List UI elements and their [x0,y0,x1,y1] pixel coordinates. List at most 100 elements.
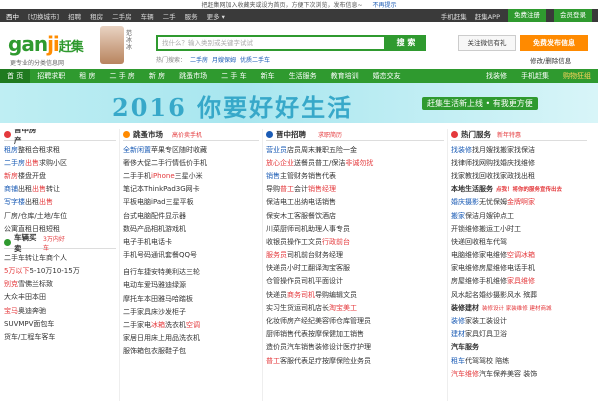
category-link[interactable]: 爱玛 [144,280,158,290]
topbar-link[interactable]: 租房 [90,11,103,21]
category-link[interactable]: 10-15万 [52,266,79,276]
topbar-right-link[interactable]: 手机赶集 [441,11,467,21]
category-link[interactable]: 开锁 [451,224,465,234]
category-link[interactable]: 电脑维修 [451,250,479,260]
category-link[interactable]: 房屋维修 [479,263,507,273]
category-link[interactable]: 雪佛兰 [18,279,39,289]
category-link[interactable]: 家电维修 [479,250,507,260]
category-link[interactable]: 5万以下 [4,266,29,276]
category-link[interactable]: 电话销售 [308,197,336,207]
banner[interactable]: 2016 你要好好生活 赶集生活新上线 • 有我更方便 [0,83,598,123]
category-link[interactable]: 家具维修 [507,276,535,286]
category-link[interactable]: 租房 [4,145,18,155]
nav-item[interactable]: 二 手 房 [102,71,141,81]
category-link[interactable]: 美利达 [165,267,186,277]
topbar-link[interactable]: 二手房 [112,11,132,21]
category-link[interactable]: 实习生 [266,303,287,313]
topbar-link[interactable]: [切换城市] [28,11,59,21]
category-link[interactable]: 床 [151,307,158,317]
category-link[interactable]: 家装 [465,316,479,326]
category-link[interactable]: 营业员 [266,145,287,155]
nav-item[interactable]: 婚恋交友 [366,71,408,81]
category-link[interactable]: 客服代表 [280,356,308,366]
nav-item[interactable]: 跳蚤市场 [172,71,214,81]
category-link[interactable]: 月嫂 [479,211,493,221]
category-link[interactable]: 游戏机 [165,224,186,234]
category-link[interactable]: 无忧保姆 [479,197,507,207]
category-link[interactable]: 新房 [4,171,18,181]
category-link[interactable]: 汽车销售 [287,342,315,352]
category-link[interactable]: 小区 [53,158,67,168]
nav-item[interactable]: 首 页 [0,69,31,83]
category-link[interactable]: 行政前台 [322,237,350,247]
category-link[interactable]: 出售 [32,184,46,194]
notice-close-link[interactable]: 不再提示 [373,0,397,9]
hot-search-link[interactable]: 优质二手车 [240,57,270,64]
category-link[interactable]: 保安 [266,211,280,221]
category-link[interactable]: 司机 [287,250,301,260]
category-link[interactable]: 出租 [25,197,39,207]
category-link[interactable]: 销售代表 [308,171,336,181]
category-link[interactable]: 销售 [266,171,280,181]
category-link[interactable]: 美容 装饰 [507,369,537,379]
topbar-link[interactable]: 招聘 [68,11,81,21]
nav-right-item[interactable]: 手机赶集 [514,71,556,81]
topbar-link[interactable]: 服务 [185,11,198,21]
category-link[interactable]: 大众 [4,292,18,302]
category-link[interactable]: 保洁 [266,197,280,207]
category-link[interactable]: 回收 [465,237,479,247]
category-link[interactable]: 整租 [18,145,32,155]
category-link[interactable]: 快递 [451,237,465,247]
category-link[interactable]: 笔记本 [123,184,144,194]
category-link[interactable]: 电工 [280,197,294,207]
category-link[interactable]: 找家政 [493,171,514,181]
category-link[interactable]: 非诚勿扰 [345,158,373,168]
category-link[interactable]: 出纳 [294,197,308,207]
category-link[interactable]: 衣服 [151,346,165,356]
topbar-right-link[interactable]: 赶集APP [475,11,500,21]
category-link[interactable]: 车商 [39,253,53,263]
category-link[interactable]: 找维修 [514,158,535,168]
category-link[interactable]: 足疗按摩 [308,356,336,366]
category-link[interactable]: 服务员 [266,250,287,260]
category-link[interactable]: 风水 [451,290,465,300]
category-link[interactable]: 装修设计 [315,342,343,352]
topbar-link[interactable]: 车辆 [141,11,154,21]
category-link[interactable]: 随时收藏 [179,145,207,155]
category-link[interactable]: 家电维修 [451,263,479,273]
category-link[interactable]: 相机 [151,224,165,234]
nav-right-item[interactable]: 购物狂组 [556,71,598,81]
category-link[interactable]: 淘宝客服 [322,263,350,273]
category-link[interactable]: 手机维修 [479,276,507,286]
category-link[interactable]: 商铺 [4,184,18,194]
category-link[interactable]: 导购 [315,290,329,300]
category-link[interactable]: 维修 [465,224,479,234]
category-link[interactable]: 配件 [151,211,165,221]
category-link[interactable]: 求购 [39,158,53,168]
category-link[interactable]: 找装修 [451,145,472,155]
category-link[interactable]: 绿源 [172,280,186,290]
category-link[interactable]: 找婚庆 [493,158,514,168]
category-link[interactable]: 电动车 [123,280,144,290]
category-link[interactable]: 搬家 [451,211,465,221]
category-link[interactable]: 金牌啊家 [507,197,535,207]
category-link[interactable]: 雅迪 [158,280,172,290]
category-link[interactable]: 五险一金 [329,145,357,155]
category-link[interactable]: 普工 [280,184,294,194]
category-link[interactable]: 找出租 [514,171,535,181]
category-link[interactable]: 平板电脑 [123,197,151,207]
category-link[interactable]: 空调 [186,320,200,330]
category-link[interactable]: 加工销售 [336,329,364,339]
category-link[interactable]: 全新闲置 [123,145,151,155]
category-link[interactable]: 找家教 [451,171,472,181]
topbar-link[interactable]: 西中 [6,11,19,21]
category-link[interactable]: 数码产品 [123,224,151,234]
category-link[interactable]: 代驾 [465,356,479,366]
category-link[interactable]: 柜子 [172,307,186,317]
category-link[interactable]: 标致 [39,279,53,289]
category-link[interactable]: 别克 [4,279,18,289]
category-link[interactable]: 租车 [479,237,493,247]
category-link[interactable]: 商务司机 [287,290,315,300]
category-link[interactable]: 合租 [32,145,46,155]
category-link[interactable]: 电话卡 [151,237,172,247]
